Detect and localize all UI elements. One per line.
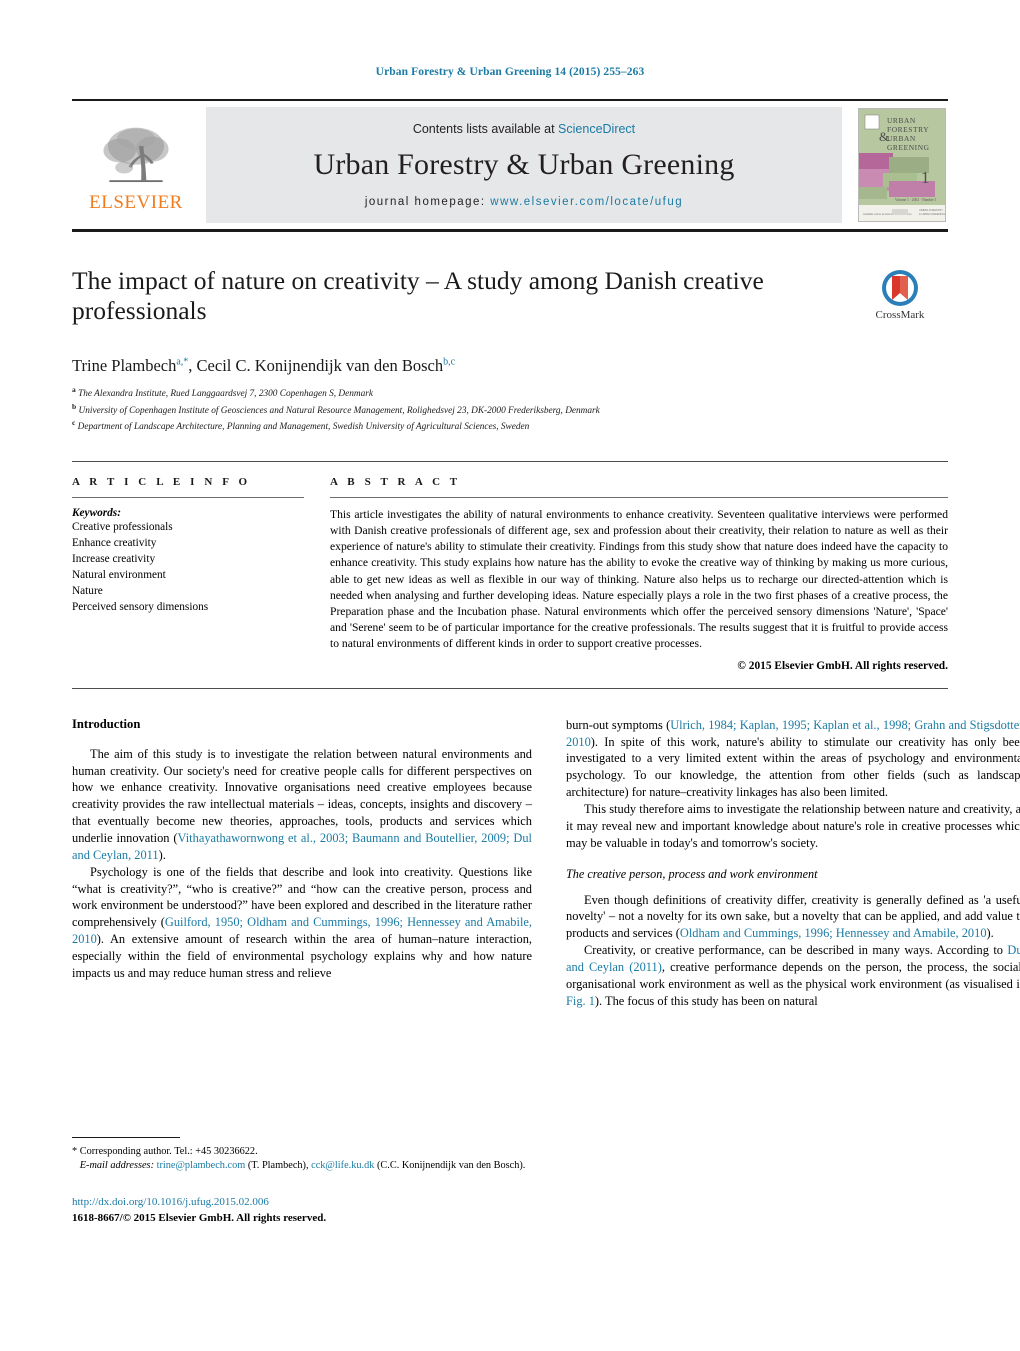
elsevier-wordmark: ELSEVIER: [89, 191, 183, 213]
keyword-item: Enhance creativity: [72, 536, 157, 549]
email-label: E-mail addresses:: [79, 1160, 154, 1172]
abstract-rule: [330, 496, 948, 498]
cover-artwork: URBAN FORESTRY URBAN GREENING & 1 Volume…: [859, 109, 945, 221]
body-paragraph: Even though definitions of creativity di…: [566, 892, 1020, 943]
svg-text:& URBAN GREENING: & URBAN GREENING: [919, 212, 945, 216]
journal-homepage-line: journal homepage: www.elsevier.com/locat…: [365, 196, 683, 208]
abstract-text: This article investigates the ability of…: [330, 507, 948, 651]
body-columns: Introduction The aim of this study is to…: [72, 717, 1020, 1227]
affiliation-marker-b: b: [72, 401, 77, 411]
paragraph-text: burn-out symptoms (: [566, 717, 671, 732]
affiliation-b: b University of Copenhagen Institute of …: [72, 402, 948, 419]
contents-available-line: Contents lists available at ScienceDirec…: [413, 122, 635, 136]
article-info-column: A R T I C L E I N F O Keywords: Creative…: [72, 476, 304, 672]
email-addresses-line: E-mail addresses: trine@plambech.com (T.…: [72, 1159, 532, 1174]
paragraph-text-tail: ). The focus of this study has been on n…: [594, 993, 818, 1008]
masthead-center-panel: Contents lists available at ScienceDirec…: [206, 107, 842, 223]
paragraph-text-tail: ). An extensive amount of research withi…: [72, 932, 532, 980]
body-paragraph: Psychology is one of the fields that des…: [72, 864, 532, 982]
footnote-rule: [72, 1136, 180, 1138]
paragraph-text: Creativity, or creative performance, can…: [584, 943, 1008, 958]
keyword-item: Natural environment: [72, 568, 166, 581]
affiliation-text-a: The Alexandra Institute, Rued Langgaards…: [78, 389, 373, 400]
title-block: The impact of nature on creativity – A s…: [72, 266, 948, 338]
svg-text:1: 1: [921, 168, 930, 187]
affiliation-list: a The Alexandra Institute, Rued Langgaar…: [72, 385, 948, 435]
homepage-url-link[interactable]: www.elsevier.com/locate/ufug: [490, 196, 683, 208]
abstract-heading: A B S T R A C T: [330, 475, 461, 488]
contents-prefix: Contents lists available at: [412, 122, 559, 136]
journal-cover-thumbnail-wrap: URBAN FORESTRY URBAN GREENING & 1 Volume…: [850, 101, 948, 229]
journal-title: Urban Forestry & Urban Greening: [313, 148, 735, 181]
affiliation-c: c Department of Landscape Architecture, …: [72, 418, 948, 435]
affiliation-marker-a: a: [72, 385, 76, 394]
page-title: The impact of nature on creativity – A s…: [72, 266, 764, 326]
svg-text:&: &: [879, 129, 889, 144]
article-info-rule: [72, 496, 304, 498]
paragraph-text-tail: ).: [986, 926, 994, 941]
email-link-1[interactable]: trine@plambech.com: [157, 1160, 246, 1171]
body-column-right: burn-out symptoms (Ulrich, 1984; Kaplan,…: [566, 717, 1020, 1227]
body-paragraph: This study therefore aims to investigate…: [566, 801, 1020, 850]
svg-text:URBAN: URBAN: [887, 134, 916, 143]
svg-text:FORESTRY: FORESTRY: [887, 125, 929, 134]
body-column-left: Introduction The aim of this study is to…: [72, 717, 532, 1227]
keyword-item: Creative professionals: [72, 520, 173, 533]
doi-block: http://dx.doi.org/10.1016/j.ufug.2015.02…: [72, 1195, 532, 1227]
crossmark-icon: [882, 270, 918, 306]
doi-link[interactable]: http://dx.doi.org/10.1016/j.ufug.2015.02…: [72, 1195, 532, 1211]
email-owner-2: (C.C. Konijnendijk van den Bosch).: [376, 1160, 526, 1172]
corresponding-author-line: * Corresponding author. Tel.: +45 302366…: [72, 1145, 258, 1157]
homepage-label: journal homepage:: [364, 196, 486, 208]
email-link-2[interactable]: cck@life.ku.dk: [311, 1160, 374, 1171]
affiliation-text-b: University of Copenhagen Institute of Ge…: [78, 405, 600, 416]
abstract-copyright: © 2015 Elsevier GmbH. All rights reserve…: [737, 659, 948, 672]
keywords-label: Keywords:: [72, 506, 121, 519]
keyword-item: Increase creativity: [72, 552, 156, 565]
abstract-column: A B S T R A C T This article investigate…: [330, 476, 948, 672]
keywords-list: Creative professionals Enhance creativit…: [72, 519, 304, 615]
affiliation-text-c: Department of Landscape Architecture, Pl…: [77, 422, 530, 433]
article-info-heading: A R T I C L E I N F O: [72, 475, 251, 488]
corresponding-author-note: * Corresponding author. Tel.: +45 302366…: [72, 1145, 532, 1174]
crossmark-badge[interactable]: CrossMark: [852, 268, 948, 321]
body-paragraph: The aim of this study is to investigate …: [72, 746, 532, 864]
section-heading-introduction: Introduction: [72, 716, 141, 731]
svg-text:GREENING: GREENING: [887, 143, 930, 152]
keyword-item: Nature: [72, 584, 103, 597]
body-paragraph: burn-out symptoms (Ulrich, 1984; Kaplan,…: [566, 717, 1020, 801]
figure-reference-link[interactable]: Fig. 1: [566, 994, 595, 1008]
sciencedirect-link[interactable]: ScienceDirect: [558, 122, 635, 136]
svg-text:URBAN: URBAN: [887, 116, 916, 125]
paragraph-text-tail: ).: [158, 847, 166, 862]
author-list: Trine Plambecha,*, Cecil C. Konijnendijk…: [72, 356, 456, 375]
issn-copyright-line: 1618-8667/© 2015 Elsevier GmbH. All righ…: [72, 1211, 327, 1224]
journal-article-page: Urban Forestry & Urban Greening 14 (2015…: [0, 0, 1020, 1351]
body-paragraph: Creativity, or creative performance, can…: [566, 942, 1020, 1009]
journal-masthead: ELSEVIER Contents lists available at Sci…: [72, 99, 948, 232]
paragraph-text-tail: ). In spite of this work, nature's abili…: [566, 734, 1020, 800]
crossmark-label: CrossMark: [875, 309, 925, 321]
running-head: Urban Forestry & Urban Greening 14 (2015…: [375, 66, 645, 78]
affiliation-marker-c: c: [72, 418, 76, 428]
citation-link[interactable]: Oldham and Cummings, 1996; Hennessey and…: [680, 926, 987, 940]
email-owner-1: (T. Plambech),: [247, 1160, 309, 1172]
affiliation-a: a The Alexandra Institute, Rued Langgaar…: [72, 385, 948, 402]
elsevier-tree-icon: [103, 127, 169, 182]
footnote-zone: * Corresponding author. Tel.: +45 302366…: [72, 1136, 532, 1227]
svg-text:Volume 1 · 2002 · Number 1: Volume 1 · 2002 · Number 1: [895, 198, 937, 202]
info-abstract-band: A R T I C L E I N F O Keywords: Creative…: [72, 460, 948, 689]
keyword-item: Perceived sensory dimensions: [72, 600, 209, 613]
subsection-heading: The creative person, process and work en…: [566, 866, 818, 881]
journal-cover-thumbnail: URBAN FORESTRY URBAN GREENING & 1 Volume…: [858, 108, 946, 222]
svg-text:URBAN FORESTRY: URBAN FORESTRY: [919, 208, 943, 212]
elsevier-logo: ELSEVIER: [72, 101, 200, 229]
